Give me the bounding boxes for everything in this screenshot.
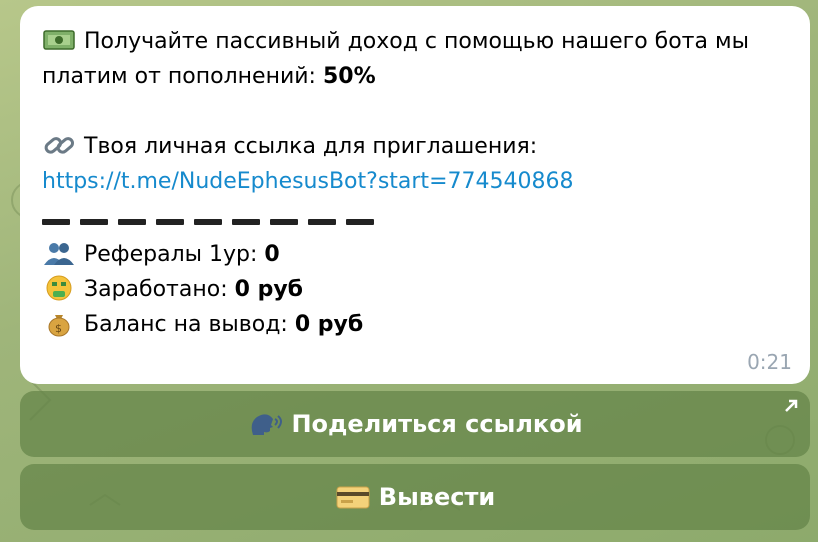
message-bubble: Получайте пассивный доход с помощью наше… bbox=[20, 6, 810, 384]
share-link-button[interactable]: Поделиться ссылкой bbox=[20, 391, 810, 457]
credit-card-icon bbox=[336, 486, 370, 509]
stat-balance: $ Баланс на вывод: 0 руб bbox=[42, 307, 788, 342]
speech-head-icon bbox=[252, 414, 283, 435]
stat-referrals: Рефералы 1ур: 0 bbox=[42, 237, 788, 272]
message-time: 0:21 bbox=[747, 350, 792, 374]
message-line-1: Получайте пассивный доход с помощью наше… bbox=[42, 24, 788, 59]
invite-label: Твоя личная ссылка для приглашения: bbox=[42, 129, 788, 164]
message-line-2: платим от пополнений: 50% bbox=[42, 64, 376, 89]
money-icon bbox=[43, 30, 75, 50]
stat-earned: Заработано: 0 руб bbox=[42, 272, 788, 307]
invite-link[interactable]: https://t.me/NudeEphesusBot?start=774540… bbox=[42, 169, 573, 194]
invite-link-line: https://t.me/NudeEphesusBot?start=774540… bbox=[42, 164, 788, 199]
withdraw-button[interactable]: Вывести bbox=[20, 464, 810, 530]
separator-dashes bbox=[42, 199, 788, 237]
svg-text:$: $ bbox=[55, 322, 62, 335]
money-mouth-face-icon bbox=[46, 275, 72, 301]
percent-value: 50% bbox=[322, 64, 376, 89]
external-arrow-icon bbox=[785, 399, 798, 412]
users-icon bbox=[44, 243, 74, 265]
money-bag-icon: $ bbox=[48, 315, 70, 337]
link-icon bbox=[44, 137, 75, 154]
